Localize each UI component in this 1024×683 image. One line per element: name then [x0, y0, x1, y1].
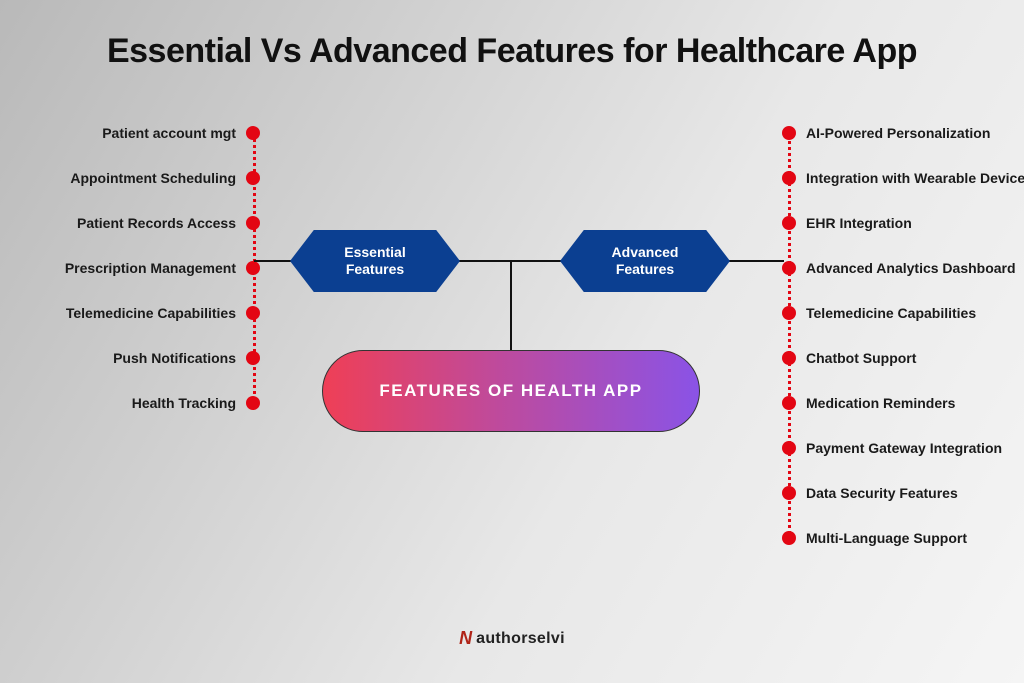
- list-item-label: Patient Records Access: [77, 215, 236, 231]
- bullet-icon: [782, 306, 796, 320]
- bullet-icon: [782, 261, 796, 275]
- list-item: Telemedicine Capabilities: [30, 290, 260, 335]
- list-item: Push Notifications: [30, 335, 260, 380]
- list-item-label: Payment Gateway Integration: [806, 440, 1002, 456]
- list-item-label: Push Notifications: [113, 350, 236, 366]
- list-item: Integration with Wearable Devices: [782, 155, 1022, 200]
- list-item: Data Security Features: [782, 470, 1022, 515]
- list-item: Payment Gateway Integration: [782, 425, 1022, 470]
- list-item-label: Chatbot Support: [806, 350, 916, 366]
- list-item: Prescription Management: [30, 245, 260, 290]
- central-pill: FEATURES OF HEALTH APP: [322, 350, 700, 432]
- bullet-icon: [782, 126, 796, 140]
- list-item-label: EHR Integration: [806, 215, 912, 231]
- list-item: Multi-Language Support: [782, 515, 1022, 560]
- pill-label: FEATURES OF HEALTH APP: [379, 381, 642, 401]
- essential-features-node: EssentialFeatures: [290, 230, 460, 292]
- page-title: Essential Vs Advanced Features for Healt…: [0, 32, 1024, 71]
- list-item-label: Integration with Wearable Devices: [806, 170, 1024, 186]
- bullet-icon: [246, 396, 260, 410]
- bullet-icon: [246, 351, 260, 365]
- connector-line: [510, 260, 512, 350]
- list-item-label: Prescription Management: [65, 260, 236, 276]
- list-item: Health Tracking: [30, 380, 260, 425]
- list-item: EHR Integration: [782, 200, 1022, 245]
- bullet-icon: [782, 531, 796, 545]
- list-item-label: AI-Powered Personalization: [806, 125, 990, 141]
- bullet-icon: [782, 486, 796, 500]
- bullet-icon: [246, 216, 260, 230]
- bullet-icon: [782, 216, 796, 230]
- connector-line: [254, 260, 294, 262]
- list-item-label: Multi-Language Support: [806, 530, 967, 546]
- list-item-label: Medication Reminders: [806, 395, 955, 411]
- list-item-label: Appointment Scheduling: [70, 170, 236, 186]
- advanced-features-list: AI-Powered Personalization Integration wi…: [782, 110, 1022, 560]
- brand-name: authorselvi: [476, 630, 565, 648]
- list-item: Medication Reminders: [782, 380, 1022, 425]
- list-item-label: Telemedicine Capabilities: [66, 305, 236, 321]
- list-item-label: Health Tracking: [132, 395, 236, 411]
- advanced-features-node: AdvancedFeatures: [560, 230, 730, 292]
- bullet-icon: [246, 171, 260, 185]
- bullet-icon: [246, 126, 260, 140]
- bullet-icon: [782, 351, 796, 365]
- bullet-icon: [782, 171, 796, 185]
- list-item: Patient account mgt: [30, 110, 260, 155]
- brand-mark-icon: N: [459, 628, 472, 649]
- list-item-label: Telemedicine Capabilities: [806, 305, 976, 321]
- node-label: EssentialFeatures: [344, 244, 405, 279]
- brand-footer: N authorselvi: [0, 628, 1024, 649]
- list-item: Patient Records Access: [30, 200, 260, 245]
- list-item: Telemedicine Capabilities: [782, 290, 1022, 335]
- list-item: Appointment Scheduling: [30, 155, 260, 200]
- bullet-icon: [246, 306, 260, 320]
- list-item-label: Data Security Features: [806, 485, 958, 501]
- bullet-icon: [246, 261, 260, 275]
- node-label: AdvancedFeatures: [612, 244, 679, 279]
- list-item: AI-Powered Personalization: [782, 110, 1022, 155]
- connector-line: [724, 260, 784, 262]
- essential-features-list: Patient account mgt Appointment Schedulin…: [30, 110, 260, 425]
- list-item: Chatbot Support: [782, 335, 1022, 380]
- list-item-label: Patient account mgt: [102, 125, 236, 141]
- list-item: Advanced Analytics Dashboard: [782, 245, 1022, 290]
- bullet-icon: [782, 441, 796, 455]
- list-item-label: Advanced Analytics Dashboard: [806, 260, 1016, 276]
- bullet-icon: [782, 396, 796, 410]
